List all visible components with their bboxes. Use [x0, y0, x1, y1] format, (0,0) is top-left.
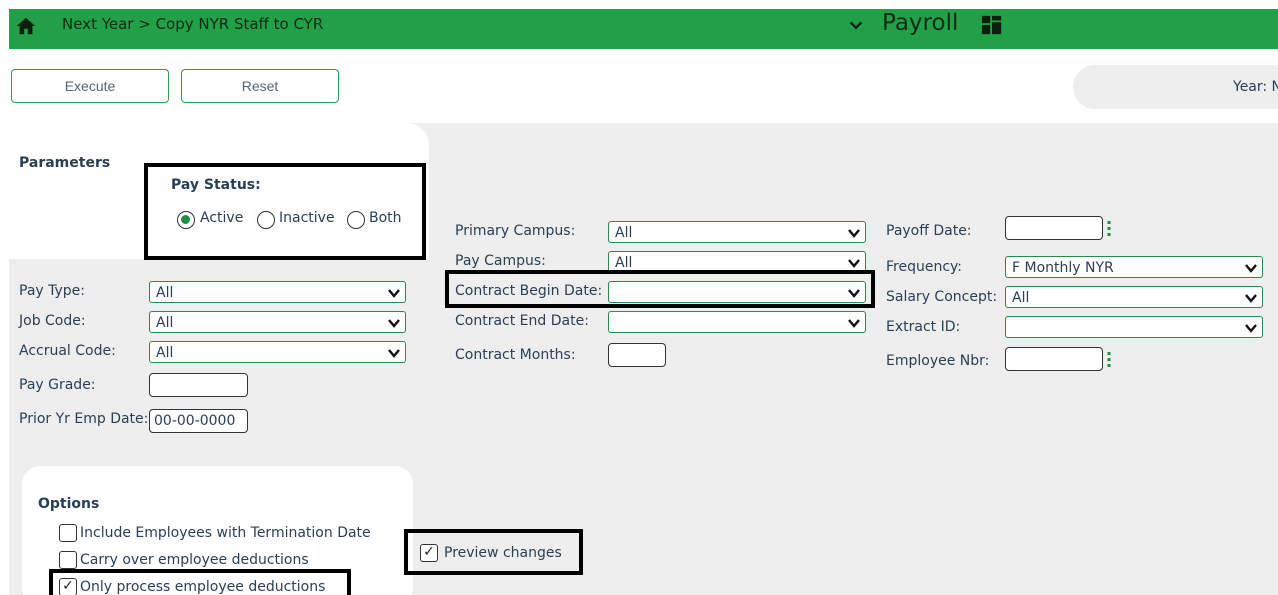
caret-down-icon	[1245, 264, 1257, 273]
module-title: Payroll	[882, 10, 959, 36]
carry-over-deductions-checkbox[interactable]	[59, 551, 77, 569]
toolbar: Execute Reset Year: N	[9, 49, 1278, 123]
kebab-icon[interactable]	[1107, 221, 1111, 237]
carry-over-deductions-label: Carry over employee deductions	[80, 552, 309, 568]
frequency-label: Frequency:	[886, 259, 963, 275]
extract-id-label: Extract ID:	[886, 319, 961, 335]
prior-yr-emp-date-input[interactable]: 00-00-0000	[149, 409, 248, 433]
pay-grade-input[interactable]	[149, 373, 248, 397]
salary-concept-select[interactable]: All	[1005, 286, 1263, 308]
employee-nbr-input[interactable]	[1005, 347, 1103, 371]
job-code-label: Job Code:	[19, 313, 86, 329]
accrual-code-select[interactable]: All	[149, 341, 406, 363]
execute-button[interactable]: Execute	[11, 69, 169, 103]
extract-id-select[interactable]	[1005, 316, 1263, 338]
options-title: Options	[38, 496, 100, 512]
accrual-code-label: Accrual Code:	[19, 343, 116, 359]
job-code-select[interactable]: All	[149, 311, 406, 333]
contract-begin-date-select[interactable]	[608, 281, 866, 303]
top-bar: Next Year > Copy NYR Staff to CYR Payrol…	[9, 9, 1278, 49]
caret-down-icon	[388, 349, 400, 358]
content-area: Parameters Pay Status: Active Inactive B…	[9, 123, 1278, 595]
radio-inactive[interactable]	[257, 211, 275, 229]
caret-down-icon	[388, 319, 400, 328]
radio-inactive-label: Inactive	[279, 210, 335, 226]
app-frame: Next Year > Copy NYR Staff to CYR Payrol…	[9, 9, 1278, 595]
prior-yr-emp-date-label: Prior Yr Emp Date:	[19, 411, 149, 427]
home-icon[interactable]	[15, 15, 37, 37]
caret-down-icon	[1245, 324, 1257, 333]
job-code-value: All	[156, 315, 174, 331]
contract-end-date-label: Contract End Date:	[455, 313, 589, 329]
breadcrumb[interactable]: Next Year > Copy NYR Staff to CYR	[62, 15, 323, 33]
pay-status-label: Pay Status:	[171, 177, 261, 193]
caret-down-icon	[848, 229, 860, 238]
chevron-down-icon[interactable]	[847, 16, 865, 34]
frequency-select[interactable]: F Monthly NYR	[1005, 256, 1263, 278]
year-label: Year: N	[1233, 79, 1278, 95]
check-icon: ✓	[62, 578, 74, 594]
parameters-title: Parameters	[19, 155, 111, 171]
caret-down-icon	[848, 289, 860, 298]
frequency-value: F Monthly NYR	[1012, 260, 1114, 276]
pay-campus-label: Pay Campus:	[455, 253, 546, 269]
pay-grade-label: Pay Grade:	[19, 377, 96, 393]
check-icon: ✓	[423, 544, 435, 560]
payoff-date-label: Payoff Date:	[886, 223, 972, 239]
radio-active[interactable]	[177, 211, 195, 229]
caret-down-icon	[388, 289, 400, 298]
salary-concept-value: All	[1012, 290, 1030, 306]
contract-months-input[interactable]	[608, 343, 666, 367]
primary-campus-value: All	[615, 225, 633, 241]
caret-down-icon	[848, 319, 860, 328]
caret-down-icon	[1245, 294, 1257, 303]
radio-both[interactable]	[347, 211, 365, 229]
contract-begin-date-label: Contract Begin Date:	[455, 283, 603, 299]
include-terminated-label: Include Employees with Termination Date	[80, 525, 371, 541]
include-terminated-checkbox[interactable]	[59, 524, 77, 542]
pay-type-select[interactable]: All	[149, 281, 406, 303]
kebab-icon[interactable]	[1107, 352, 1111, 368]
radio-active-label: Active	[200, 210, 244, 226]
grid-icon[interactable]	[981, 14, 1003, 36]
radio-both-label: Both	[369, 210, 402, 226]
payoff-date-input[interactable]	[1005, 216, 1103, 240]
caret-down-icon	[848, 259, 860, 268]
only-process-deductions-checkbox[interactable]: ✓	[59, 578, 77, 595]
contract-end-date-select[interactable]	[608, 311, 866, 333]
pay-type-label: Pay Type:	[19, 283, 86, 299]
pay-campus-value: All	[615, 255, 633, 271]
reset-button[interactable]: Reset	[181, 69, 339, 103]
preview-changes-checkbox[interactable]: ✓	[420, 544, 438, 562]
primary-campus-label: Primary Campus:	[455, 223, 576, 239]
only-process-deductions-label: Only process employee deductions	[80, 579, 326, 595]
salary-concept-label: Salary Concept:	[886, 289, 998, 305]
accrual-code-value: All	[156, 345, 174, 361]
primary-campus-select[interactable]: All	[608, 221, 866, 243]
pay-type-value: All	[156, 285, 174, 301]
employee-nbr-label: Employee Nbr:	[886, 353, 990, 369]
contract-months-label: Contract Months:	[455, 347, 576, 363]
preview-changes-label: Preview changes	[444, 545, 562, 561]
pay-campus-select[interactable]: All	[608, 251, 866, 273]
